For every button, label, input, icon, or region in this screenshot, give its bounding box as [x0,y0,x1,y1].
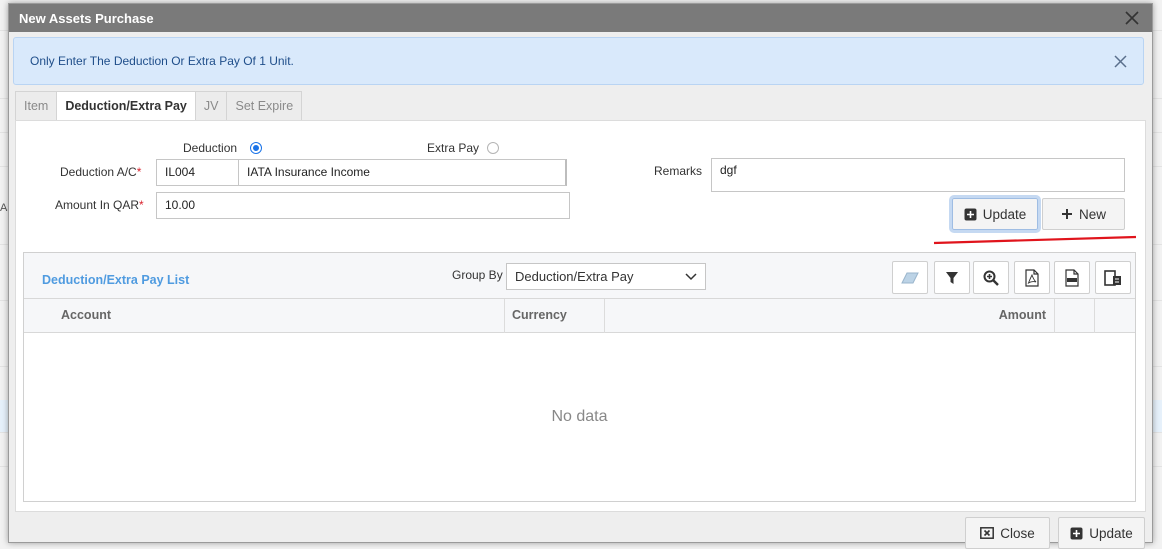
deduction-radio-label: Deduction [183,141,238,155]
dialog-title: New Assets Purchase [19,10,154,26]
column-chooser-icon [1104,269,1121,286]
close-icon [1125,11,1139,25]
extra-pay-radio-label: Extra Pay [427,141,480,155]
column-header-account[interactable]: Account [24,299,505,333]
chevron-down-icon [685,272,697,280]
close-button[interactable]: Close [965,517,1050,549]
red-annotation-line [933,235,1137,245]
close-button-label: Close [1000,525,1035,541]
clear-filter-button[interactable] [892,261,928,294]
zoom-in-icon [983,270,999,286]
group-by-label: Group By [452,268,503,282]
dialog-close-button[interactable] [1122,8,1142,28]
info-alert: Only Enter The Deduction Or Extra Pay Of… [13,37,1144,85]
tab-deduction-extra-pay[interactable]: Deduction/Extra Pay [56,91,196,122]
deduction-radio[interactable] [250,142,262,154]
tab-jv[interactable]: JV [194,91,228,121]
deduction-extra-pay-panel: Deduction Extra Pay Deduction A/C* IL004… [15,120,1146,512]
column-chooser-button[interactable] [1095,261,1131,294]
amount-field[interactable]: 10.00 [156,192,570,219]
plus-icon [1061,209,1072,219]
new-button[interactable]: New [1042,198,1125,230]
new-button-label: New [1078,206,1106,222]
group-by-select[interactable]: Deduction/Extra Pay [506,263,706,290]
tab-item[interactable]: Item [15,91,58,121]
new-assets-purchase-dialog: New Assets Purchase Only Enter The Deduc… [8,3,1153,549]
column-header-currency[interactable]: Currency [505,299,605,333]
deduction-form: Deduction Extra Pay Deduction A/C* IL004… [16,121,1145,241]
background-row-highlight [0,400,8,432]
filter-icon [946,271,958,284]
tab-set-expire[interactable]: Set Expire [226,91,303,121]
account-code-field[interactable]: IL004 [156,159,239,186]
remarks-textarea[interactable]: dgf [711,158,1125,192]
account-name-field[interactable]: IATA Insurance Income [238,159,567,186]
alert-close-button[interactable] [1111,52,1129,70]
plus-square-icon [964,208,977,220]
tab-bar: Item Deduction/Extra Pay JV Set Expire [15,91,303,122]
alert-text: Only Enter The Deduction Or Extra Pay Of… [30,54,294,68]
close-square-icon [980,527,995,539]
footer-update-button[interactable]: Update [1058,517,1145,549]
close-icon [1113,54,1127,68]
deduction-extra-pay-list: Deduction/Extra Pay List Group By Deduct… [23,252,1136,502]
deduction-ac-label: Deduction A/C* [60,165,142,179]
grid-header: Account Currency Amount [24,299,1135,333]
list-title: Deduction/Extra Pay List [42,273,190,287]
zoom-button[interactable] [973,261,1009,294]
remarks-label: Remarks [654,164,703,178]
filter-button[interactable] [934,261,970,294]
list-toolbar: Deduction/Extra Pay List Group By Deduct… [24,253,1135,299]
column-header-spacer [1055,299,1095,333]
export-pdf-button[interactable] [1014,261,1050,294]
update-button[interactable]: Update [949,195,1041,233]
group-by-value: Deduction/Extra Pay [515,269,634,284]
pdf-icon [1025,268,1039,287]
export-xlsx-button[interactable] [1054,261,1090,294]
amount-label: Amount In QAR* [55,198,144,212]
extra-pay-radio[interactable] [487,142,499,154]
column-header-amount[interactable]: Amount [605,299,1055,333]
xlsx-icon [1065,268,1079,287]
eraser-icon [901,272,919,283]
dialog-titlebar: New Assets Purchase [9,4,1152,32]
update-button-label: Update [982,206,1027,222]
footer-update-button-label: Update [1089,525,1133,541]
empty-state-text: No data [551,408,608,425]
